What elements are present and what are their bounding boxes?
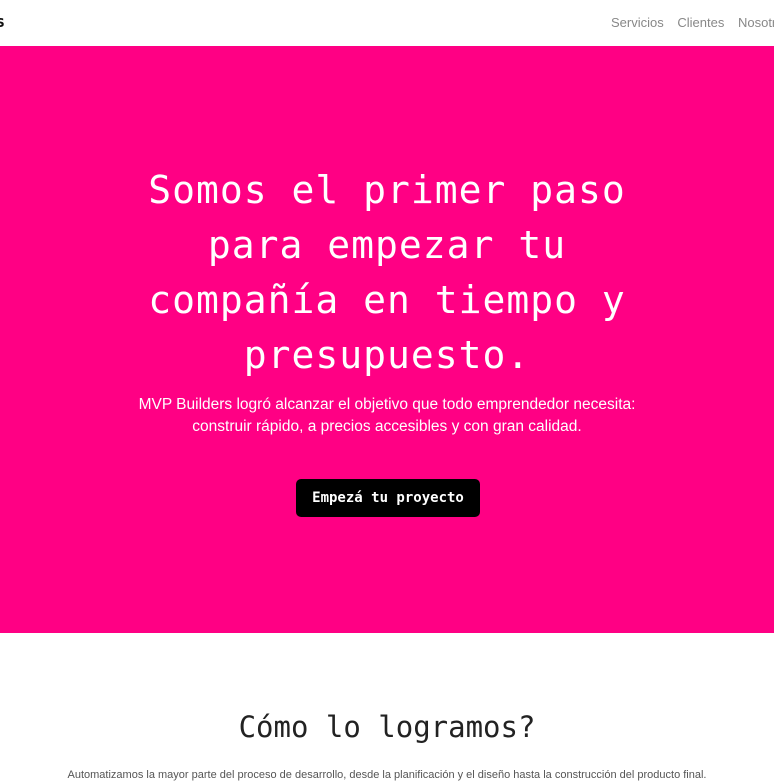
nav-link-nosotros[interactable]: Nosotros <box>738 15 774 30</box>
hero-subtitle: MVP Builders logró alcanzar el objetivo … <box>0 394 774 438</box>
hero-title-line: Somos el primer paso <box>148 168 626 212</box>
hero-title-line: para empezar tu <box>207 223 567 267</box>
hero-title-line: compañía en tiempo y <box>148 278 626 322</box>
hero-title: Somos el primer paso para empezar tu com… <box>0 163 774 383</box>
hero-subtitle-line: construir rápido, a precios accesibles y… <box>192 418 582 435</box>
hero-section: Somos el primer paso para empezar tu com… <box>0 46 774 633</box>
hero-subtitle-line: MVP Builders logró alcanzar el objetivo … <box>138 396 636 413</box>
start-project-button[interactable]: Empezá tu proyecto <box>296 479 480 517</box>
brand-logo[interactable]: S <box>0 16 5 30</box>
hero-title-line: presupuesto. <box>243 333 531 377</box>
section-description: Automatizamos la mayor parte del proceso… <box>67 769 707 781</box>
nav-link-servicios[interactable]: Servicios <box>611 15 664 30</box>
section-title: Cómo lo logramos? <box>238 710 536 744</box>
nav-links: Servicios Clientes Nosotros <box>611 15 774 30</box>
nav-link-clientes[interactable]: Clientes <box>677 15 724 30</box>
navbar: S Servicios Clientes Nosotros <box>0 0 774 46</box>
